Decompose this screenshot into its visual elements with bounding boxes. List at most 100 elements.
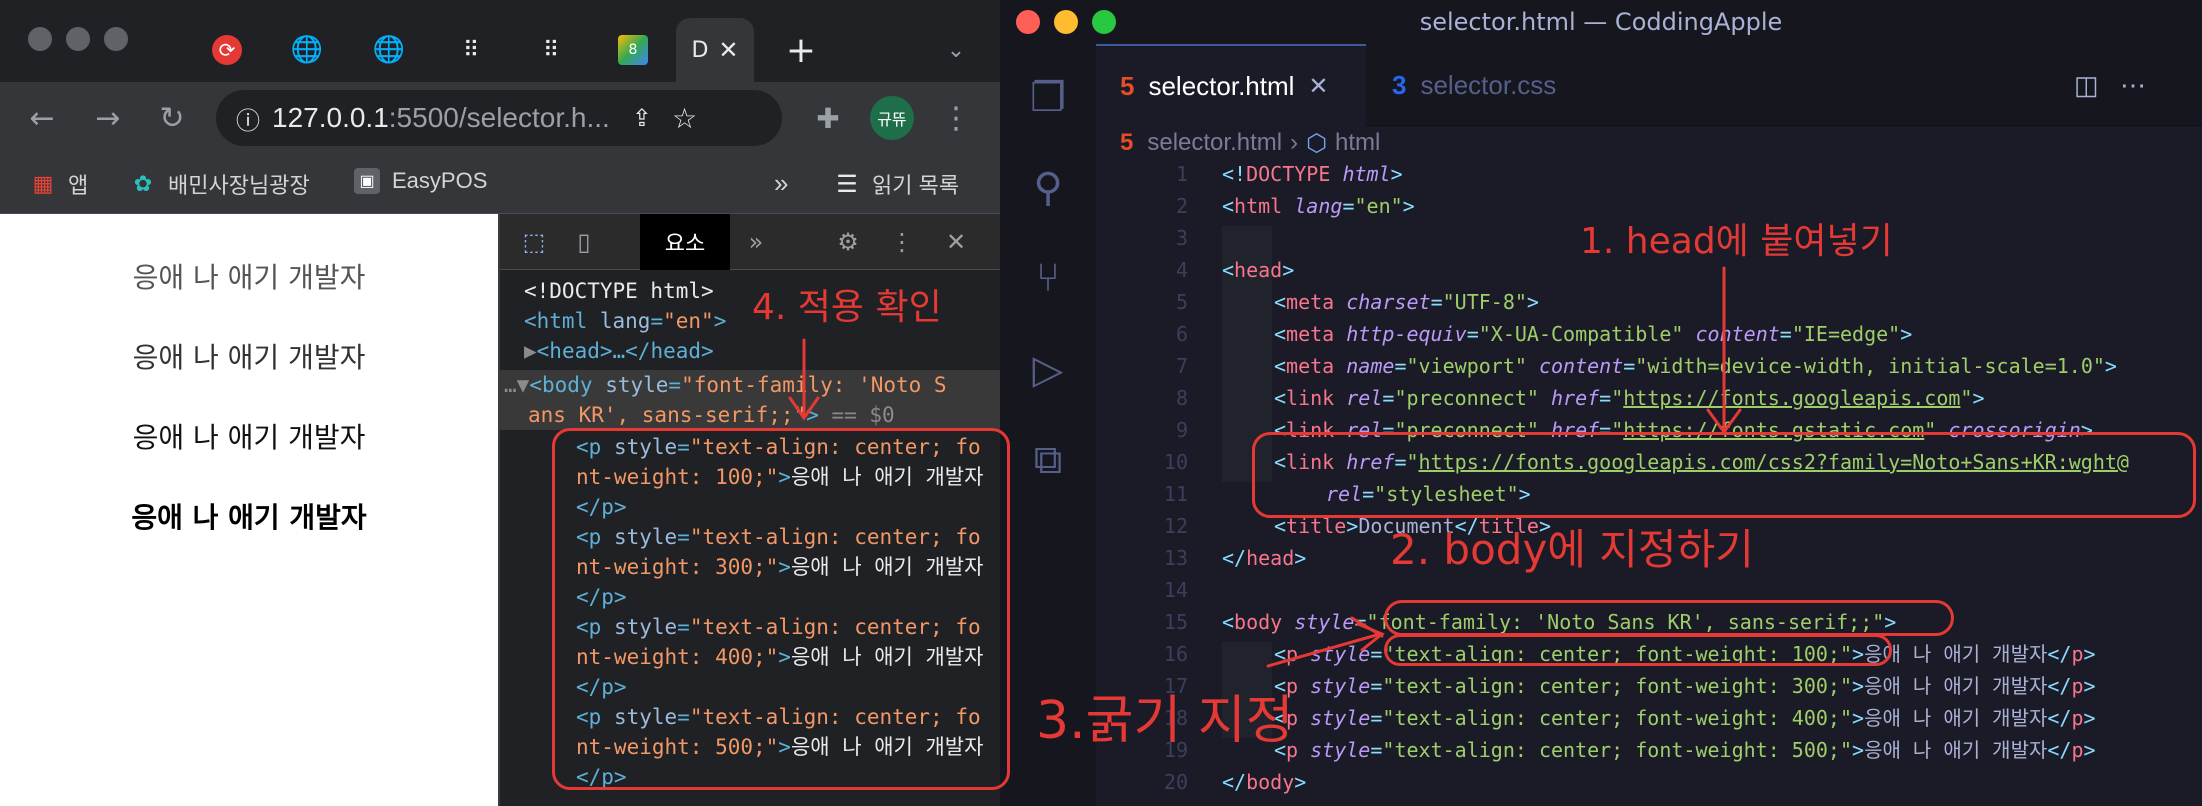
annotation-box-body <box>1384 600 1954 636</box>
line-content: <meta charset="UTF-8"> <box>1274 290 1539 314</box>
reading-list-icon: ☰ <box>836 170 858 198</box>
line-number: 8 <box>1175 386 1188 410</box>
back-icon[interactable]: ← <box>20 96 64 140</box>
reading-list-button[interactable]: ☰ 읽기 목록 <box>834 168 959 200</box>
search-icon[interactable]: ⚲ <box>1020 160 1076 216</box>
extensions-icon[interactable]: ✚ <box>806 96 850 140</box>
breadcrumb-file[interactable]: selector.html <box>1147 129 1282 157</box>
dom-head[interactable]: ▶<head>…</head> <box>524 336 714 366</box>
tab-label: selector.css <box>1420 69 1557 100</box>
bookmark-apps[interactable]: ▦ 앱 <box>30 168 89 200</box>
new-tab-button[interactable]: + <box>776 18 826 82</box>
annotation-box-link <box>1252 432 2196 518</box>
baemin-icon: ✿ <box>133 171 153 196</box>
bookmark-baemin[interactable]: ✿ 배민사장님광장 <box>130 168 310 200</box>
extensions-icon[interactable]: ⧉ <box>1020 432 1076 488</box>
url-host: 127.0.0.1 <box>272 102 389 133</box>
maximize-window-button[interactable] <box>104 27 128 51</box>
line-number: 5 <box>1175 290 1188 314</box>
tab-selector-css[interactable]: 3 selector.css <box>1392 44 1632 126</box>
profile-avatar[interactable]: 규뜌 <box>870 96 914 140</box>
browser-tab[interactable]: ⠿ <box>440 18 502 82</box>
editor-tabs: 5 selector.html ✕ 3 selector.css ◫ ⋯ <box>1096 44 2202 126</box>
tab-label: selector.html <box>1148 70 1295 101</box>
window-title: selector.html — CoddingApple <box>1419 8 1783 36</box>
line-number: 3 <box>1175 226 1188 250</box>
logo-icon: 8 <box>618 35 648 65</box>
reload-icon[interactable]: ↻ <box>150 96 194 140</box>
info-icon[interactable]: ⓘ <box>236 101 260 136</box>
dom-doctype[interactable]: <!DOCTYPE html> <box>524 276 714 306</box>
annotation-step3: 3.굵기 지정 <box>1036 691 1294 751</box>
line-content: </body> <box>1222 770 1307 794</box>
css3-icon: 3 <box>1392 69 1407 100</box>
code-line: 5 <meta charset="UTF-8"> <box>1096 286 2202 318</box>
breadcrumb-element[interactable]: html <box>1335 129 1380 157</box>
split-editor-icon[interactable]: ◫ <box>2074 44 2099 126</box>
browser-tab[interactable]: 🌐 <box>276 18 338 82</box>
bookmark-label: 배민사장님광장 <box>168 173 310 198</box>
annotation-box-p <box>1384 634 1892 666</box>
run-debug-icon[interactable]: ▷ <box>1020 342 1076 398</box>
body-tag: <body <box>529 373 593 397</box>
tab-search-icon[interactable]: ⌄ <box>934 18 978 82</box>
bookmark-easypos[interactable]: ▣ EasyPOS <box>354 168 487 194</box>
maximize-window-button[interactable] <box>1092 10 1116 34</box>
bookmarks-bar: ▦ 앱 ✿ 배민사장님광장 ▣ EasyPOS » ☰ 읽기 목록 <box>0 154 1000 214</box>
line-content: <html lang="en"> <box>1222 194 1415 218</box>
browser-tab-active[interactable]: D ✕ <box>676 18 754 82</box>
line-number: 2 <box>1175 194 1188 218</box>
code-line: 8 <link rel="preconnect" href="https://fo… <box>1096 382 2202 414</box>
browser-tab[interactable]: 8 <box>602 18 664 82</box>
close-tab-icon[interactable]: ✕ <box>718 36 738 64</box>
line-number: 10 <box>1163 450 1188 474</box>
line-content: <!DOCTYPE html> <box>1222 162 1403 186</box>
browser-tab[interactable]: ⠿ <box>520 18 582 82</box>
line-number: 4 <box>1175 258 1188 282</box>
browser-tab[interactable]: 🌐 <box>358 18 420 82</box>
expand-triangle-icon[interactable]: ▶ <box>524 339 537 363</box>
line-content: <link rel="preconnect" href="https://fon… <box>1274 386 1985 410</box>
explorer-icon[interactable]: ❐ <box>1020 70 1076 126</box>
more-actions-icon[interactable]: ⋯ <box>2120 44 2146 126</box>
dom-html[interactable]: <html lang="en"> <box>524 306 726 336</box>
sync-icon: ⟳ <box>212 35 242 65</box>
close-window-button[interactable] <box>28 27 52 51</box>
browser-tab[interactable]: ⟳ <box>196 18 258 82</box>
source-control-icon[interactable]: ⑂ <box>1020 250 1076 306</box>
globe-icon: 🌐 <box>290 35 324 65</box>
dom-body-cont[interactable]: ans KR', sans-serif;;"> == $0 <box>528 400 895 430</box>
code-line: 7 <meta name="viewport" content="width=de… <box>1096 350 2202 382</box>
more-tabs-button[interactable]: » <box>734 220 778 264</box>
forward-icon[interactable]: → <box>86 96 130 140</box>
line-number: 13 <box>1163 546 1188 570</box>
menu-icon[interactable]: ⋮ <box>934 96 978 140</box>
line-number: 9 <box>1175 418 1188 442</box>
minimize-window-button[interactable] <box>66 27 90 51</box>
head-tag: <head>…</head> <box>536 339 714 363</box>
minimize-window-button[interactable] <box>1054 10 1078 34</box>
tab-strip: ⟳ 🌐 🌐 ⠿ ⠿ 8 D ✕ + ⌄ <box>0 0 1000 82</box>
close-tab-icon[interactable]: ✕ <box>1308 72 1328 101</box>
elements-tab[interactable]: 요소 <box>640 214 730 270</box>
apps-grid-icon: ▦ <box>32 171 54 196</box>
share-icon[interactable]: ⇪ <box>632 104 652 132</box>
more-bookmarks-button[interactable]: » <box>774 168 788 199</box>
dom-body[interactable]: …▼<body style="font-family: 'Noto S <box>504 370 947 400</box>
bookmark-star-icon[interactable]: ☆ <box>672 102 697 135</box>
devtools-menu-icon[interactable]: ⋮ <box>880 220 924 264</box>
line-number: 1 <box>1175 162 1188 186</box>
device-toolbar-icon[interactable]: ▯ <box>562 220 606 264</box>
close-window-button[interactable] <box>1016 10 1040 34</box>
close-devtools-icon[interactable]: ✕ <box>934 220 978 264</box>
breadcrumb: 5 selector.html › ⬡ html <box>1096 126 2202 160</box>
address-bar[interactable]: ⓘ 127.0.0.1:5500/selector.h... ⇪ ☆ <box>216 90 782 146</box>
inspect-element-icon[interactable]: ⬚ <box>512 220 556 264</box>
line-content: <p style="text-align: center; font-weigh… <box>1274 738 2096 762</box>
settings-gear-icon[interactable]: ⚙ <box>826 220 870 264</box>
annotation-box-devtools <box>552 428 1010 790</box>
collapse-triangle-icon[interactable]: ▼ <box>517 373 530 397</box>
line-content: </head> <box>1222 546 1307 570</box>
tab-selector-html[interactable]: 5 selector.html ✕ <box>1096 44 1366 126</box>
toolbar: ← → ↻ ⓘ 127.0.0.1:5500/selector.h... ⇪ ☆… <box>0 82 1000 154</box>
